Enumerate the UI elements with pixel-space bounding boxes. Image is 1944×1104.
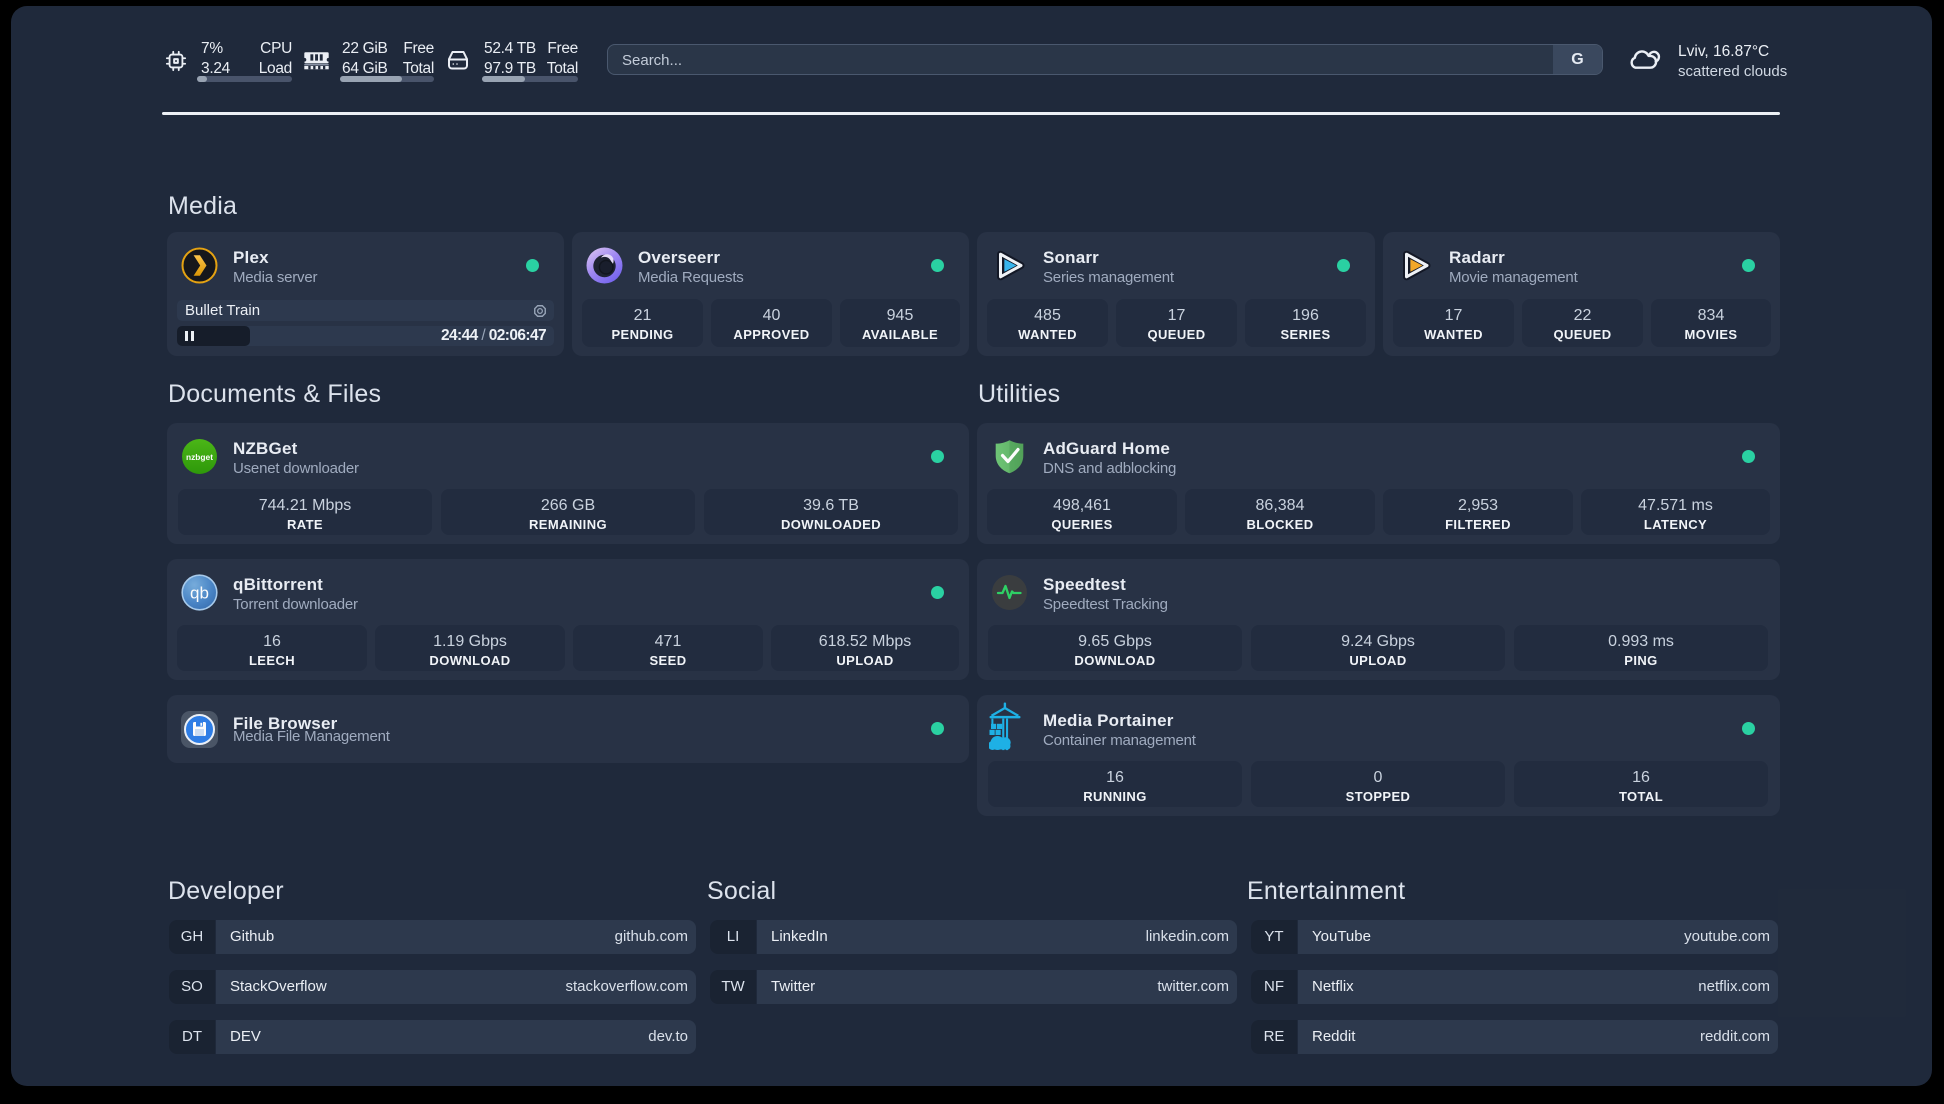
svg-text:qb: qb: [190, 584, 209, 603]
svg-text:nzbget: nzbget: [186, 452, 213, 462]
